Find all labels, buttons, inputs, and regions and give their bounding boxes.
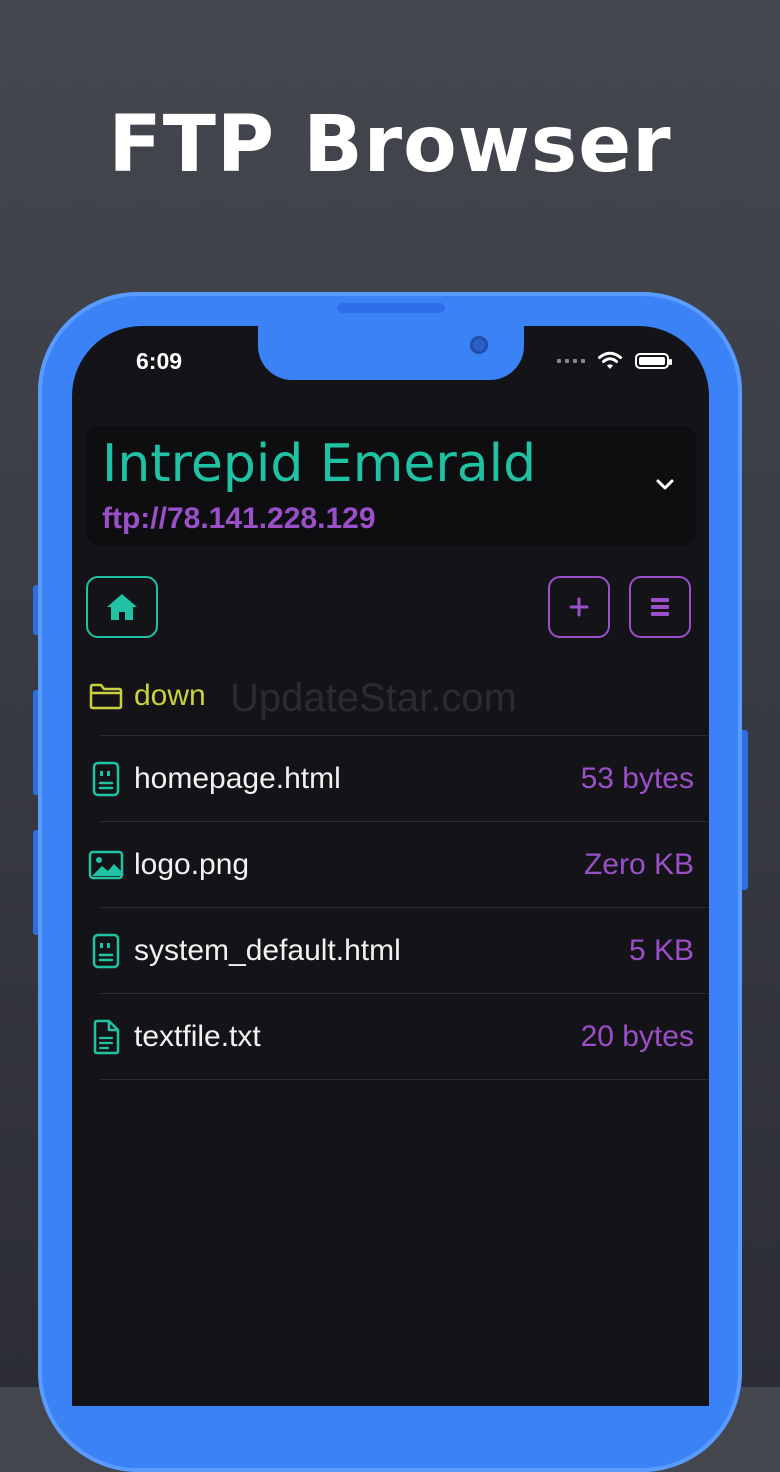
signal-icon — [557, 359, 585, 363]
status-time: 6:09 — [136, 348, 183, 374]
folder-icon — [88, 678, 124, 714]
server-url: ftp://78.141.228.129 — [102, 502, 376, 535]
image-file-icon — [88, 847, 124, 883]
list-item-file[interactable]: textfile.txt 20 bytes — [72, 994, 709, 1080]
html-file-icon — [88, 761, 124, 797]
notch — [258, 326, 524, 380]
menu-button[interactable] — [629, 576, 691, 638]
html-file-icon — [88, 933, 124, 969]
phone-speaker — [337, 303, 445, 313]
file-name: textfile.txt — [134, 1020, 261, 1053]
file-list: down UpdateStar.com homepage.html 53 byt… — [72, 656, 709, 1080]
status-icons — [557, 351, 672, 371]
list-item-folder[interactable]: down UpdateStar.com — [72, 656, 709, 736]
file-size: 53 bytes — [580, 762, 694, 795]
home-icon — [107, 594, 137, 620]
list-item-file[interactable]: logo.png Zero KB — [72, 822, 709, 908]
file-name: logo.png — [134, 848, 250, 881]
server-selector[interactable]: Intrepid Emerald ftp://78.141.228.129 — [86, 426, 696, 546]
file-name: homepage.html — [134, 762, 341, 795]
home-button[interactable] — [86, 576, 158, 638]
file-name: system_default.html — [134, 934, 401, 967]
file-size: Zero KB — [583, 848, 694, 881]
list-item-file[interactable]: system_default.html 5 KB — [72, 908, 709, 994]
file-size: 20 bytes — [580, 1020, 694, 1053]
file-size: 5 KB — [628, 934, 694, 967]
text-file-icon — [88, 1019, 124, 1055]
file-name: down — [134, 679, 206, 712]
app-screen: 6:09 Intrepid Emerald ftp://78.141.228.1… — [72, 326, 709, 1406]
server-name: Intrepid Emerald — [102, 434, 537, 494]
battery-icon — [635, 353, 672, 369]
headline: FTP Browser — [108, 100, 672, 190]
wifi-icon — [598, 351, 622, 369]
plus-icon — [569, 597, 589, 617]
chevron-down-icon — [656, 479, 674, 490]
camera-icon — [470, 336, 488, 354]
watermark: UpdateStar.com — [230, 676, 517, 720]
add-button[interactable] — [548, 576, 610, 638]
menu-icon — [651, 598, 669, 616]
list-item-file[interactable]: homepage.html 53 bytes — [72, 736, 709, 822]
